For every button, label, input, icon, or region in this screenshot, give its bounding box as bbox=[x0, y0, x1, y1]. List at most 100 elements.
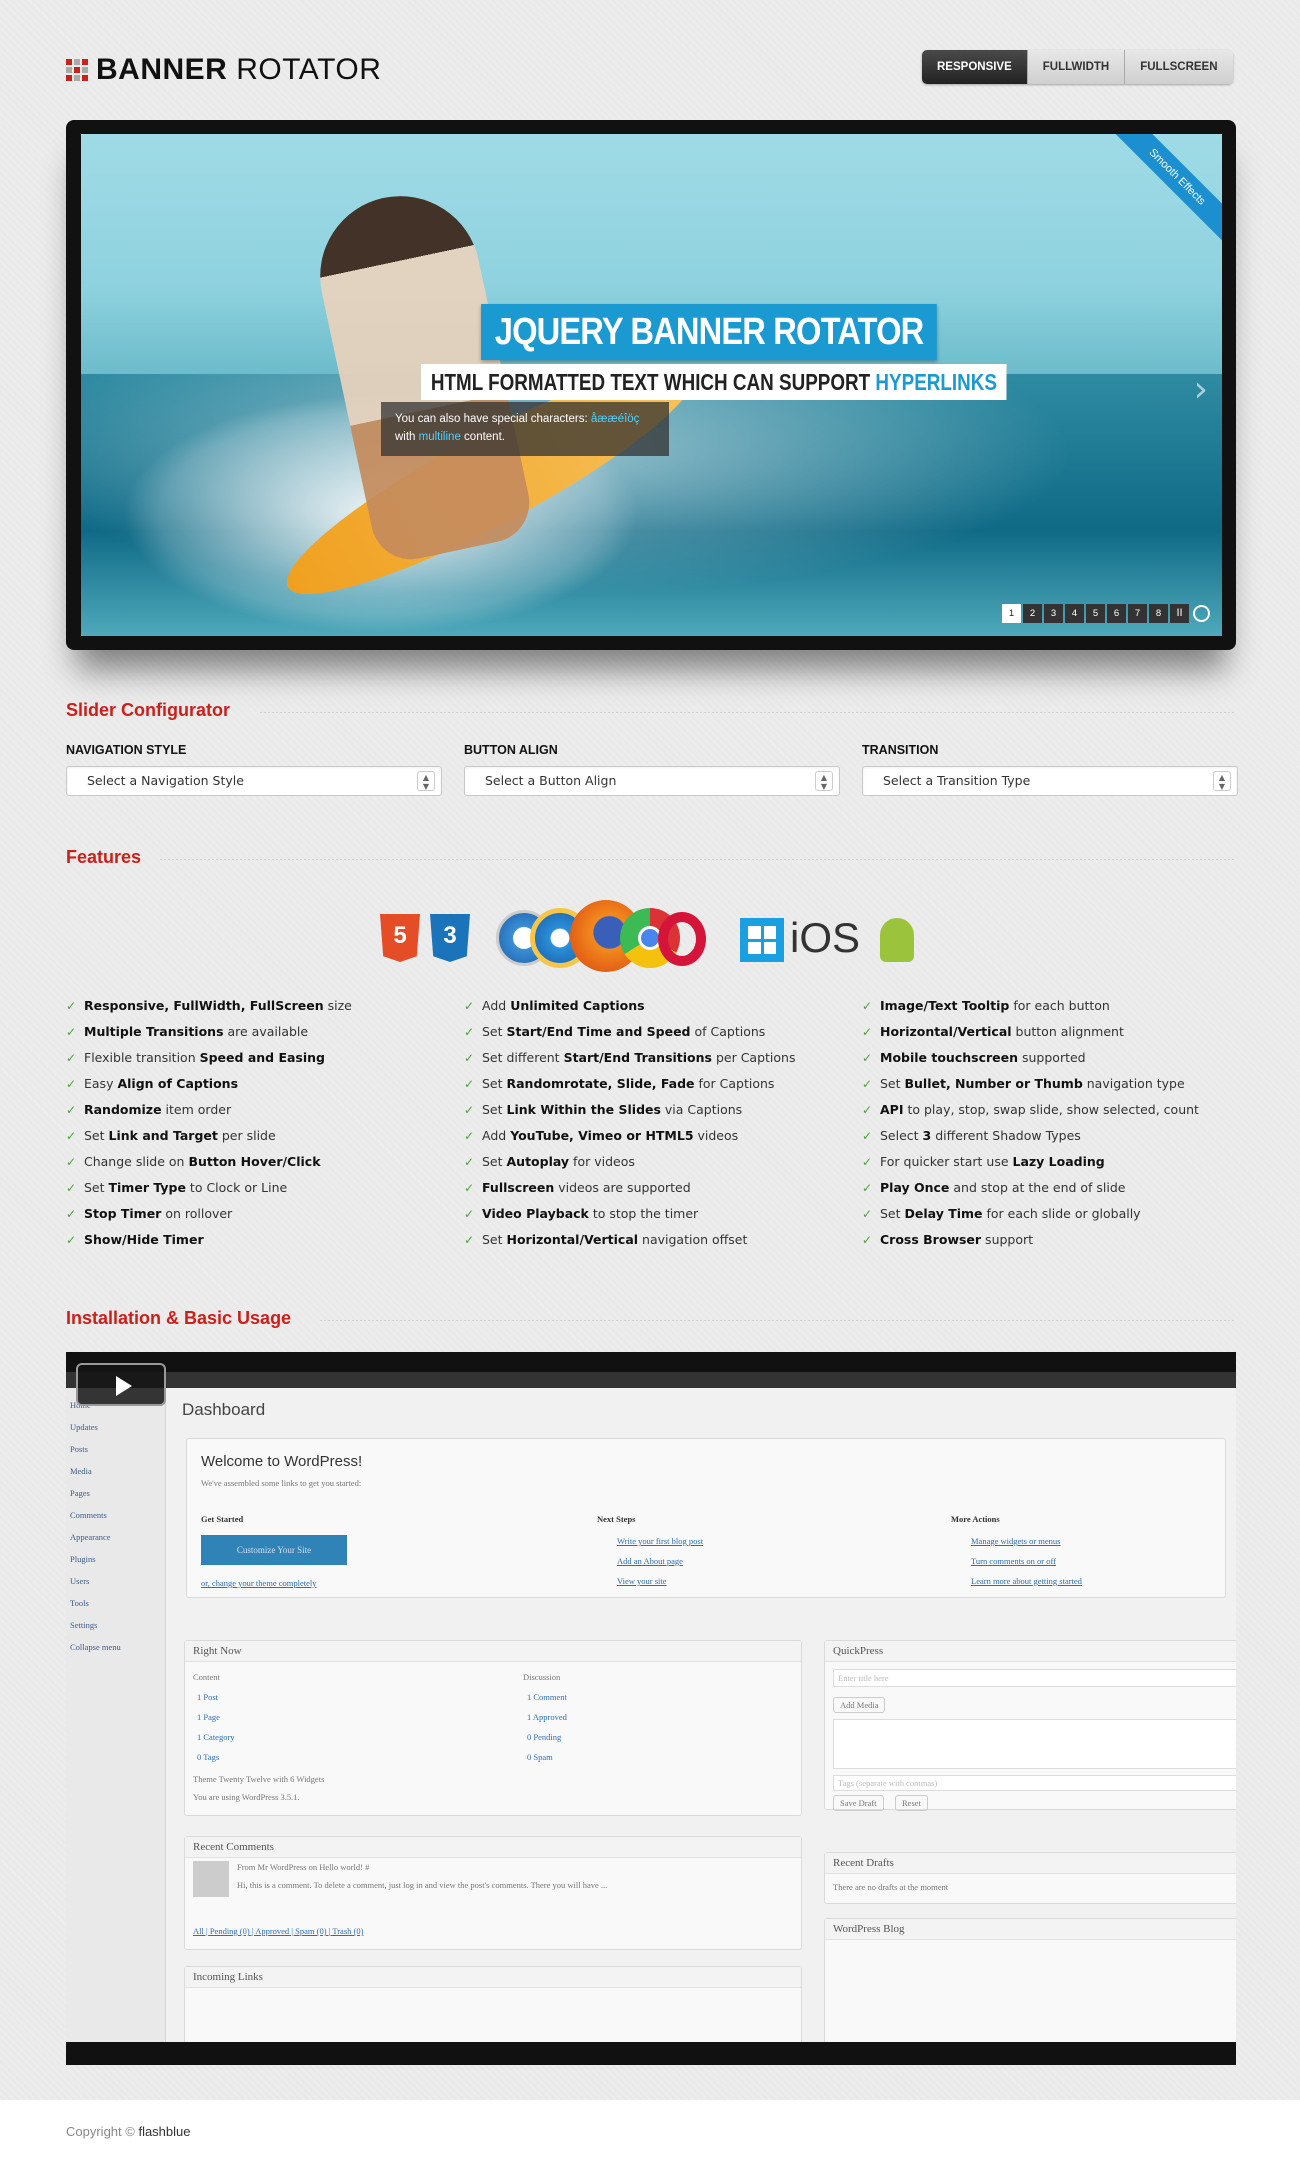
feature-item: ✓ Fullscreen videos are supported bbox=[464, 1179, 854, 1205]
wp-ns-link[interactable]: Add an About page bbox=[617, 1551, 683, 1571]
wp-ns-link[interactable]: Write your first blog post bbox=[617, 1531, 703, 1551]
wp-qp-title-input[interactable]: Enter title here bbox=[833, 1669, 1236, 1687]
wp-sidebar-item[interactable]: Settings bbox=[70, 1614, 161, 1636]
wp-change-theme-link[interactable]: or, change your theme completely bbox=[201, 1573, 317, 1593]
feature-text: Easy Align of Captions bbox=[84, 1076, 239, 1091]
timer-icon bbox=[1193, 605, 1210, 622]
brand-link[interactable]: flashblue bbox=[138, 2124, 190, 2139]
feature-item: ✓ Mobile touchscreen supported bbox=[862, 1049, 1252, 1075]
pager-button-4[interactable]: 4 bbox=[1065, 604, 1084, 623]
pager-button-1[interactable]: 1 bbox=[1002, 604, 1021, 623]
check-icon: ✓ bbox=[464, 1207, 475, 1221]
wp-rn-item[interactable]: 0 Pending bbox=[527, 1727, 567, 1747]
feature-item: ✓ Select 3 different Shadow Types bbox=[862, 1127, 1252, 1153]
wp-rn-item[interactable]: 1 Post bbox=[197, 1687, 235, 1707]
wp-qp-tags-input[interactable]: Tags (separate with commas) bbox=[833, 1775, 1236, 1791]
wp-rn-item[interactable]: 0 Tags bbox=[197, 1747, 235, 1767]
check-icon: ✓ bbox=[464, 1025, 475, 1039]
feature-item: ✓ Change slide on Button Hover/Click bbox=[66, 1153, 456, 1179]
feature-item: ✓ Play Once and stop at the end of slide bbox=[862, 1179, 1252, 1205]
wp-rn-item[interactable]: 1 Page bbox=[197, 1707, 235, 1727]
feature-item: ✓ Set Randomrotate, Slide, Fade for Capti… bbox=[464, 1075, 854, 1101]
wp-sidebar-item[interactable]: Users bbox=[70, 1570, 161, 1592]
wp-welcome-panel: Welcome to WordPress! We've assembled so… bbox=[186, 1438, 1226, 1598]
transition-select[interactable]: Select a Transition Type ▲ ▼ bbox=[862, 766, 1238, 796]
feature-item: ✓ Set Delay Time for each slide or global… bbox=[862, 1205, 1252, 1231]
feature-item: ✓ Horizontal/Vertical button alignment bbox=[862, 1023, 1252, 1049]
wp-sidebar-item[interactable]: Posts bbox=[70, 1438, 161, 1460]
wp-rn-item[interactable]: 1 Comment bbox=[527, 1687, 567, 1707]
wp-dashboard-title: Dashboard bbox=[182, 1400, 266, 1419]
pager-button-5[interactable]: 5 bbox=[1086, 604, 1105, 623]
css3-icon: 3 bbox=[430, 914, 470, 962]
nav-style-select[interactable]: Select a Navigation Style ▲ ▼ bbox=[66, 766, 442, 796]
wp-sidebar-item[interactable]: Appearance bbox=[70, 1526, 161, 1548]
wp-sidebar-item[interactable]: Updates bbox=[70, 1416, 161, 1438]
wp-sidebar-item[interactable]: Media bbox=[70, 1460, 161, 1482]
button-align-select[interactable]: Select a Button Align ▲ ▼ bbox=[464, 766, 840, 796]
wp-sidebar-item[interactable]: Comments bbox=[70, 1504, 161, 1526]
logo[interactable]: BANNER ROTATOR bbox=[66, 53, 381, 87]
wp-theme-line: Theme Twenty Twelve with 6 Widgets bbox=[193, 1774, 325, 1784]
pager-button-6[interactable]: 6 bbox=[1107, 604, 1126, 623]
feature-item: ✓ Set Link and Target per slide bbox=[66, 1127, 456, 1153]
wp-customize-button[interactable]: Customize Your Site bbox=[201, 1535, 347, 1565]
feature-item: ✓ Easy Align of Captions bbox=[66, 1075, 456, 1101]
feature-item: ✓ Set Horizontal/Vertical navigation offs… bbox=[464, 1231, 854, 1257]
wp-ma-link[interactable]: Manage widgets or menus bbox=[971, 1531, 1060, 1551]
pager-button-8[interactable]: 8 bbox=[1149, 604, 1168, 623]
wp-rn-item[interactable]: 0 Spam bbox=[527, 1747, 567, 1767]
feature-item: ✓ Multiple Transitions are available bbox=[66, 1023, 456, 1049]
check-icon: ✓ bbox=[66, 1233, 77, 1247]
wp-rc-links[interactable]: All | Pending (0) | Approved | Spam (0) … bbox=[193, 1921, 363, 1941]
feature-text: Add Unlimited Captions bbox=[482, 998, 645, 1013]
wp-welcome-sub: We've assembled some links to get you st… bbox=[201, 1478, 362, 1488]
wp-qp-body[interactable] bbox=[833, 1719, 1236, 1769]
check-icon: ✓ bbox=[862, 1051, 873, 1065]
layout-mode-switch: RESPONSIVE FULLWIDTH FULLSCREEN bbox=[922, 50, 1233, 84]
feature-item: ✓ Image/Text Tooltip for each button bbox=[862, 997, 1252, 1023]
feature-item: ✓ For quicker start use Lazy Loading bbox=[862, 1153, 1252, 1179]
next-arrow-icon[interactable]: › bbox=[1194, 369, 1208, 410]
check-icon: ✓ bbox=[862, 1233, 873, 1247]
play-button[interactable] bbox=[76, 1363, 166, 1406]
hyperlinks-link[interactable]: HYPERLINKS bbox=[875, 369, 997, 395]
check-icon: ✓ bbox=[464, 1103, 475, 1117]
wp-sidebar-item[interactable]: Collapse menu bbox=[70, 1636, 161, 1658]
mode-fullscreen-button[interactable]: FULLSCREEN bbox=[1124, 50, 1233, 84]
footer: Copyright © flashblue bbox=[0, 2100, 1300, 2161]
wp-rc-text: Hi, this is a comment. To delete a comme… bbox=[237, 1880, 608, 1890]
pager-button-7[interactable]: 7 bbox=[1128, 604, 1147, 623]
configurator-title: Slider Configurator bbox=[66, 700, 231, 720]
pause-button[interactable]: II bbox=[1170, 604, 1189, 623]
chevron-updown-icon: ▲ ▼ bbox=[1213, 771, 1231, 791]
wp-reset-button[interactable]: Reset bbox=[895, 1795, 928, 1811]
wp-rn-item[interactable]: 1 Approved bbox=[527, 1707, 567, 1727]
wp-recent-comments-title: Recent Comments bbox=[185, 1837, 801, 1858]
check-icon: ✓ bbox=[862, 1025, 873, 1039]
wp-qp-add-media[interactable]: Add Media bbox=[833, 1697, 886, 1713]
feature-text: Set Link Within the Slides via Captions bbox=[482, 1102, 743, 1117]
wp-ma-link[interactable]: Learn more about getting started bbox=[971, 1571, 1082, 1591]
wp-quickpress: QuickPress Enter title here Add Media Ta… bbox=[824, 1640, 1236, 1811]
wp-ns-link[interactable]: View your site bbox=[617, 1571, 667, 1591]
features-title: Features bbox=[66, 847, 142, 867]
wp-sidebar-item[interactable]: Plugins bbox=[70, 1548, 161, 1570]
feature-text: Select 3 different Shadow Types bbox=[880, 1128, 1081, 1143]
wp-sidebar-item[interactable]: Pages bbox=[70, 1482, 161, 1504]
pager-button-2[interactable]: 2 bbox=[1023, 604, 1042, 623]
mode-responsive-button[interactable]: RESPONSIVE bbox=[922, 50, 1027, 84]
features-list-2: ✓ Add Unlimited Captions ✓ Set Start/End Ti… bbox=[464, 997, 854, 1257]
wp-rn-item[interactable]: 1 Category bbox=[197, 1727, 235, 1747]
mode-fullwidth-button[interactable]: FULLWIDTH bbox=[1026, 50, 1125, 84]
pager-button-3[interactable]: 3 bbox=[1044, 604, 1063, 623]
wp-ma-link[interactable]: Turn comments on or off bbox=[971, 1551, 1056, 1571]
check-icon: ✓ bbox=[464, 1051, 475, 1065]
banner-slide[interactable]: Smooth Effects JQUERY BANNER ROTATOR HTM… bbox=[81, 134, 1222, 636]
wp-save-draft-button[interactable]: Save Draft bbox=[833, 1795, 884, 1811]
feature-text: Set Link and Target per slide bbox=[84, 1128, 276, 1143]
check-icon: ✓ bbox=[464, 1181, 475, 1195]
wp-sidebar-item[interactable]: Tools bbox=[70, 1592, 161, 1614]
wp-recent-comments: Recent Comments From Mr WordPress on Hel… bbox=[184, 1836, 802, 1950]
check-icon: ✓ bbox=[464, 999, 475, 1013]
